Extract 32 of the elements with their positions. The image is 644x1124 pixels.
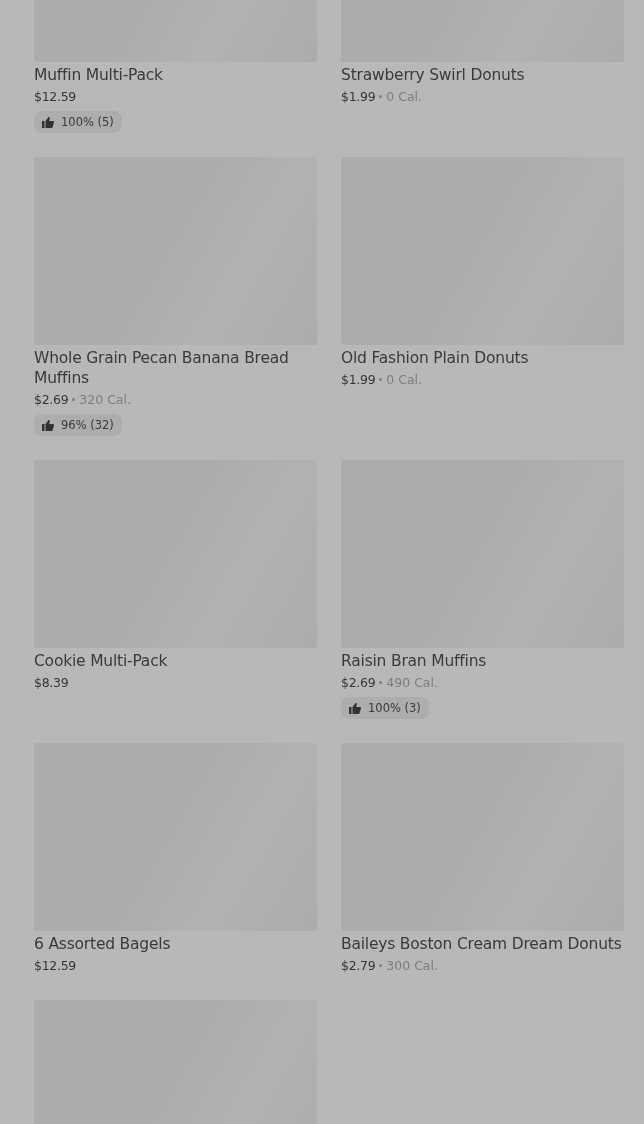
thumbs-up-icon xyxy=(42,419,54,431)
rating-text: 100% (3) xyxy=(368,701,421,715)
price: $1.99 xyxy=(341,88,376,104)
product-name: Muffin Multi-Pack xyxy=(34,65,164,85)
separator-dot xyxy=(379,94,383,98)
calories: 320 Cal. xyxy=(79,391,131,407)
thumbs-up-icon xyxy=(42,116,54,128)
price: $2.79 xyxy=(341,957,376,973)
product-name: Raisin Bran Muffins xyxy=(341,651,488,671)
price: $2.69 xyxy=(34,391,69,407)
calories: 0 Cal. xyxy=(386,371,423,387)
rating-text: 100% (5) xyxy=(61,115,114,129)
product-name: Old Fashion Plain Donuts xyxy=(341,348,530,368)
price: $8.39 xyxy=(34,674,69,690)
product-name: 6 Assorted Bagels xyxy=(34,934,172,954)
calories: 490 Cal. xyxy=(386,674,438,690)
price: $1.99 xyxy=(341,371,376,387)
price: $12.59 xyxy=(34,957,76,973)
calories: 0 Cal. xyxy=(386,88,423,104)
price: $2.69 xyxy=(341,674,376,690)
separator-dot xyxy=(379,377,383,381)
thumbs-up-icon xyxy=(349,702,361,714)
separator-dot xyxy=(379,963,383,967)
product-name: Strawberry Swirl Donuts xyxy=(341,65,526,85)
separator-dot xyxy=(72,397,76,401)
rating-text: 96% (32) xyxy=(61,418,114,432)
product-name: Cookie Multi-Pack xyxy=(34,651,169,671)
product-name: Whole Grain Pecan Banana Bread Muffins xyxy=(34,348,290,388)
separator-dot xyxy=(379,680,383,684)
product-name: Baileys Boston Cream Dream Donuts xyxy=(341,934,623,954)
price: $12.59 xyxy=(34,88,76,104)
calories: 300 Cal. xyxy=(386,957,438,973)
